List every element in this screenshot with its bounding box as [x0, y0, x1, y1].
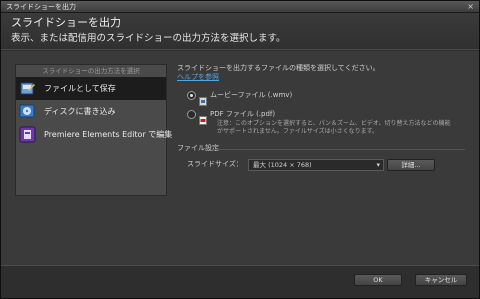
pdf-note-line-2: がサポートされません。ファイルサイズは小さくなります。: [217, 128, 379, 135]
nav-item-label: Premiere Elements Editor で編集: [44, 130, 173, 139]
page-subtitle: 表示、または配信用のスライドショーの出力方法を選択します。: [11, 33, 286, 44]
chevron-down-icon: ▾: [376, 161, 380, 169]
dialog-body: スライドショーの出力方法を選択 ファイルとして保存 ディスクに書き込み Prem…: [1, 51, 479, 265]
pdf-file-icon: [199, 110, 207, 125]
close-icon[interactable]: ×: [467, 1, 474, 12]
dialog-footer: OK キャンセル: [1, 265, 479, 298]
slide-size-dropdown[interactable]: 最大 (1024 × 768) ▾: [248, 159, 384, 171]
export-slideshow-dialog: スライドショーを出力 × スライドショーを出力 表示、または配信用のスライドショ…: [0, 0, 480, 299]
nav-item-label: ディスクに書き込み: [44, 107, 116, 116]
details-button[interactable]: 詳細...: [387, 159, 435, 171]
movie-file-label: ムービーファイル (.wmv): [210, 91, 293, 99]
nav-item-label: ファイルとして保存: [44, 84, 116, 93]
ok-button[interactable]: OK: [354, 274, 402, 286]
page-title: スライドショーを出力: [11, 16, 121, 29]
movie-file-radio[interactable]: [187, 91, 196, 100]
slide-size-label: スライドサイズ：: [187, 160, 243, 168]
help-link[interactable]: ヘルプを参照: [177, 73, 219, 82]
save-file-icon: [19, 80, 36, 97]
nav-item-save-as-file[interactable]: ファイルとして保存: [16, 77, 166, 100]
dialog-header: スライドショーを出力 表示、または配信用のスライドショーの出力方法を選択します。: [1, 13, 479, 50]
title-bar: スライドショーを出力 ×: [1, 1, 479, 13]
output-options-panel: スライドショーを出力するファイルの種類を選択してください。 ヘルプを参照 ムービ…: [177, 63, 467, 263]
output-method-panel-title: スライドショーの出力方法を選択: [42, 67, 140, 75]
nav-item-edit-in-premiere[interactable]: Premiere Elements Editor で編集: [16, 123, 172, 146]
burn-disc-icon: [19, 103, 36, 120]
window-title: スライドショーを出力: [6, 3, 76, 11]
cancel-button[interactable]: キャンセル: [415, 274, 467, 286]
divider: [211, 149, 465, 150]
pdf-file-label: PDF ファイル (.pdf): [210, 110, 276, 118]
nav-item-burn-disc[interactable]: ディスクに書き込み: [16, 100, 166, 123]
slide-size-value: 最大 (1024 × 768): [253, 161, 312, 169]
file-type-instruction: スライドショーを出力するファイルの種類を選択してください。: [177, 64, 380, 72]
movie-file-icon: [199, 91, 207, 106]
premiere-elements-icon: [19, 126, 36, 143]
output-method-panel: スライドショーの出力方法を選択 ファイルとして保存 ディスクに書き込み Prem…: [15, 64, 172, 196]
pdf-file-radio[interactable]: [187, 110, 196, 119]
